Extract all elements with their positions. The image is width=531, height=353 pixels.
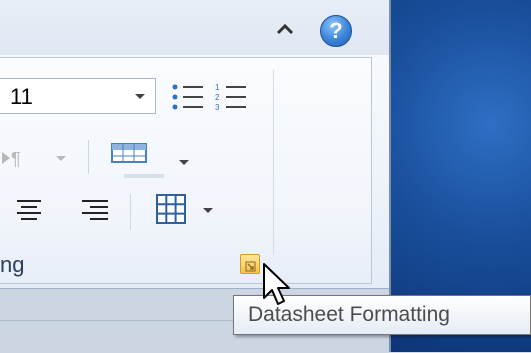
- bullets-icon[interactable]: [170, 82, 206, 117]
- gridlines-dropdown-icon[interactable]: [178, 154, 190, 172]
- group-separator: [273, 70, 274, 255]
- font-size-value: 11: [10, 84, 33, 109]
- font-size-combobox[interactable]: 11: [0, 78, 156, 114]
- dropdown-arrow-icon[interactable]: [135, 94, 145, 99]
- text-formatting-group: 11 1 2 3 ¶ ng: [0, 57, 372, 284]
- numbering-icon[interactable]: 1 2 3: [214, 82, 250, 117]
- table-grid-icon[interactable]: [155, 193, 187, 230]
- rtl-paragraph-icon[interactable]: ¶: [0, 146, 70, 175]
- gridlines-icon[interactable]: [110, 142, 148, 171]
- svg-text:3: 3: [215, 103, 220, 112]
- svg-text:¶: ¶: [11, 149, 21, 169]
- toolbar-separator: [88, 140, 89, 174]
- dialog-launcher-icon: [245, 259, 256, 277]
- toolbar-divider: [124, 174, 164, 178]
- align-right-icon[interactable]: [80, 198, 110, 229]
- group-label: ng: [0, 252, 25, 277]
- ribbon: 11 1 2 3 ¶ ng: [0, 55, 389, 288]
- table-grid-dropdown-icon[interactable]: [202, 202, 214, 220]
- help-button[interactable]: ?: [320, 15, 352, 47]
- title-bar: ?: [0, 0, 389, 55]
- svg-text:2: 2: [215, 93, 220, 102]
- toolbar-separator: [130, 194, 131, 230]
- minimize-ribbon-icon[interactable]: [276, 22, 294, 41]
- svg-text:1: 1: [215, 83, 220, 92]
- dialog-launcher-button[interactable]: [240, 254, 260, 274]
- mouse-cursor-icon: [262, 262, 292, 313]
- align-center-icon[interactable]: [14, 198, 44, 229]
